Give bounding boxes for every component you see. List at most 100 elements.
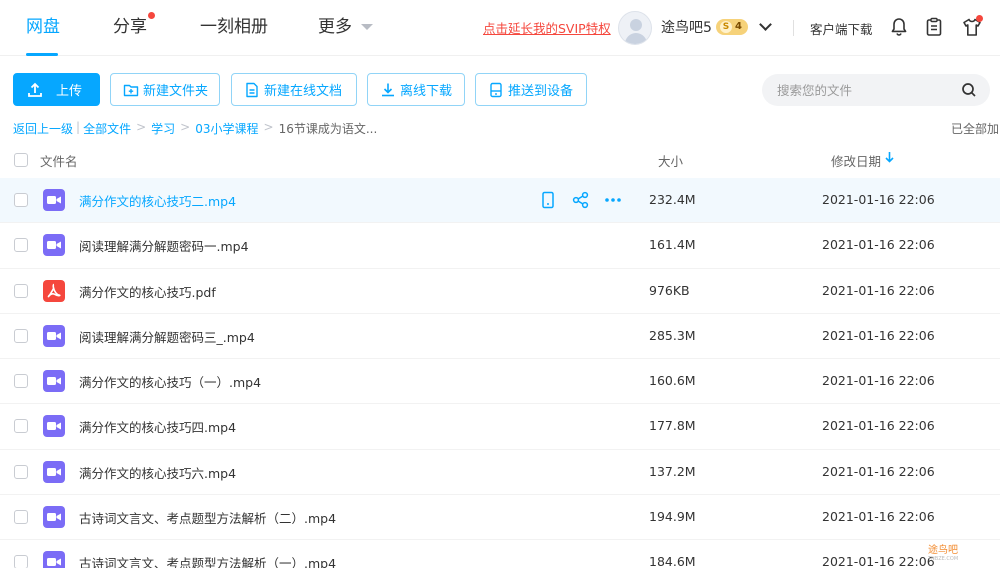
row-checkbox[interactable] — [14, 238, 28, 253]
file-modified-date: 2021-01-16 22:06 — [822, 463, 935, 479]
file-size: 161.4M — [649, 237, 696, 253]
row-checkbox[interactable] — [14, 328, 28, 343]
file-size: 184.6M — [649, 554, 696, 568]
file-name[interactable]: 满分作文的核心技巧六.mp4 — [79, 463, 236, 482]
push-to-device-label: 推送到设备 — [508, 84, 574, 99]
row-checkbox[interactable] — [14, 283, 28, 298]
user-menu-chevron-icon[interactable] — [759, 18, 772, 31]
file-modified-date: 2021-01-16 22:06 — [822, 192, 935, 207]
file-modified-date: 2021-01-16 22:06 — [822, 327, 935, 343]
file-name[interactable]: 阅读理解满分解题密码一.mp4 — [79, 236, 249, 255]
breadcrumb-divider: | — [76, 120, 81, 134]
column-header-modified[interactable]: 修改日期 — [831, 151, 881, 170]
clipboard-icon[interactable] — [923, 16, 945, 38]
client-download-link[interactable]: 客户端下载 — [810, 19, 873, 38]
table-row[interactable]: 古诗词文言文、考点题型方法解析（一）.mp4 184.6M 2021-01-16… — [0, 540, 1000, 568]
sort-desc-icon[interactable] — [885, 151, 894, 163]
divider — [793, 20, 794, 36]
breadcrumb-item-all-files[interactable]: 全部文件 — [83, 120, 131, 137]
table-row[interactable]: 阅读理解满分解题密码一.mp4 161.4M 2021-01-16 22:06 — [0, 223, 1000, 269]
push-to-device-icon[interactable] — [540, 191, 556, 209]
upload-label: 上传 — [56, 84, 83, 99]
file-name[interactable]: 古诗词文言文、考点题型方法解析（二）.mp4 — [79, 508, 336, 527]
download-icon — [382, 83, 394, 96]
table-row[interactable]: 阅读理解满分解题密码三_.mp4 285.3M 2021-01-16 22:06 — [0, 314, 1000, 360]
upload-icon — [28, 82, 42, 97]
file-name[interactable]: 满分作文的核心技巧四.mp4 — [79, 417, 236, 436]
file-modified-date: 2021-01-16 22:06 — [822, 509, 935, 525]
file-name[interactable]: 满分作文的核心技巧.pdf — [79, 282, 216, 301]
offline-download-button[interactable]: 离线下载 — [367, 73, 465, 106]
row-checkbox[interactable] — [14, 510, 28, 525]
avatar-head-shape — [630, 19, 642, 31]
more-options-icon[interactable] — [604, 191, 622, 209]
table-row[interactable]: 古诗词文言文、考点题型方法解析（二）.mp4 194.9M 2021-01-16… — [0, 495, 1000, 541]
video-file-icon — [43, 189, 65, 211]
svip-s-icon: S — [720, 21, 732, 33]
file-size: 976KB — [649, 282, 690, 298]
file-modified-date: 2021-01-16 22:06 — [822, 237, 935, 253]
search-icon[interactable] — [961, 82, 977, 98]
breadcrumb-item-study[interactable]: 学习 — [151, 120, 175, 137]
new-online-doc-button[interactable]: 新建在线文档 — [231, 73, 357, 106]
file-name[interactable]: 满分作文的核心技巧二.mp4 — [79, 191, 236, 210]
row-checkbox[interactable] — [14, 555, 28, 568]
document-icon — [246, 82, 258, 97]
pdf-file-icon — [43, 279, 65, 302]
nav-tab-share[interactable]: 分享 — [113, 14, 147, 40]
video-file-icon — [43, 370, 65, 393]
search-input[interactable] — [762, 74, 990, 106]
select-all-checkbox[interactable] — [14, 153, 28, 167]
breadcrumb: 返回上一级 | 全部文件 > 学习 > 03小学课程 > 16节课成为语文... — [13, 120, 377, 137]
video-file-icon — [43, 324, 65, 347]
breadcrumb-item-current: 16节课成为语文... — [278, 122, 378, 136]
nav-tab-moment-album[interactable]: 一刻相册 — [200, 14, 268, 40]
file-size: 177.8M — [649, 418, 696, 434]
bell-icon[interactable] — [888, 16, 910, 38]
video-file-icon — [43, 506, 65, 529]
share-icon[interactable] — [572, 191, 589, 209]
new-folder-label: 新建文件夹 — [143, 84, 209, 99]
table-row[interactable]: 满分作文的核心技巧二.mp4 232.4M 2021-01-16 22:06 — [0, 178, 1000, 224]
nav-active-underline — [26, 53, 58, 56]
upload-button[interactable]: 上传 — [13, 73, 100, 106]
push-to-device-button[interactable]: 推送到设备 — [475, 73, 587, 106]
vip-level-number: 4 — [735, 21, 742, 32]
file-name[interactable]: 古诗词文言文、考点题型方法解析（一）.mp4 — [79, 553, 336, 568]
nav-tab-more[interactable]: 更多 — [318, 14, 352, 40]
avatar[interactable] — [618, 11, 652, 45]
file-name[interactable]: 满分作文的核心技巧（一）.mp4 — [79, 372, 261, 391]
file-modified-date: 2021-01-16 22:06 — [822, 554, 935, 568]
breadcrumb-back-link[interactable]: 返回上一级 — [13, 120, 73, 137]
svip-renew-link[interactable]: 点击延长我的SVIP特权 — [483, 18, 611, 37]
new-online-doc-label: 新建在线文档 — [264, 84, 343, 99]
watermark-text: 途鸟吧 — [928, 545, 958, 556]
nav-tab-netdisk[interactable]: 网盘 — [26, 14, 60, 40]
row-checkbox[interactable] — [14, 419, 28, 434]
file-table-header: 文件名 大小 修改日期 — [0, 146, 1000, 178]
username[interactable]: 途鸟吧5 — [661, 17, 712, 37]
row-checkbox[interactable] — [14, 374, 28, 389]
row-checkbox[interactable] — [14, 464, 28, 479]
video-file-icon — [43, 234, 65, 257]
file-size: 160.6M — [649, 373, 696, 389]
row-checkbox[interactable] — [14, 193, 28, 207]
device-icon — [490, 82, 502, 97]
vip-level-badge: S4 — [716, 19, 748, 35]
breadcrumb-separator: > — [136, 120, 147, 134]
breadcrumb-separator: > — [180, 120, 191, 134]
table-row[interactable]: 满分作文的核心技巧六.mp4 137.2M 2021-01-16 22:06 — [0, 450, 1000, 496]
table-row[interactable]: 满分作文的核心技巧.pdf 976KB 2021-01-16 22:06 — [0, 269, 1000, 314]
avatar-body-shape — [625, 33, 647, 44]
chevron-down-icon[interactable] — [361, 24, 373, 30]
file-name[interactable]: 阅读理解满分解题密码三_.mp4 — [79, 327, 255, 346]
table-row[interactable]: 满分作文的核心技巧四.mp4 177.8M 2021-01-16 22:06 — [0, 404, 1000, 450]
column-header-size[interactable]: 大小 — [658, 151, 683, 170]
breadcrumb-item-primary-course[interactable]: 03小学课程 — [195, 120, 258, 137]
table-row[interactable]: 满分作文的核心技巧（一）.mp4 160.6M 2021-01-16 22:06 — [0, 359, 1000, 405]
column-header-name[interactable]: 文件名 — [40, 151, 78, 170]
new-folder-button[interactable]: 新建文件夹 — [110, 73, 220, 106]
file-size: 232.4M — [649, 192, 696, 207]
skin-notification-dot — [976, 15, 983, 22]
file-modified-date: 2021-01-16 22:06 — [822, 418, 935, 434]
